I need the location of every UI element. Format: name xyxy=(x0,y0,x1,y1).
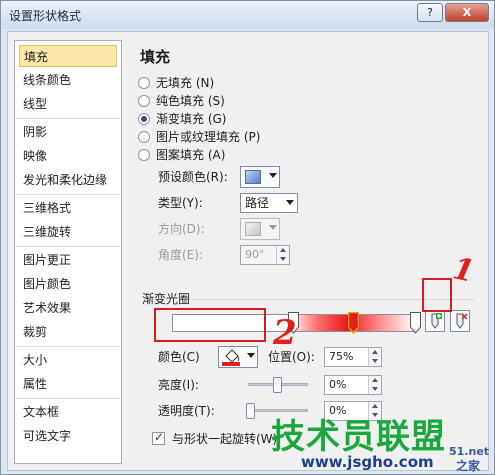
annotation-box-add-stop xyxy=(422,278,452,312)
radio-button-selected[interactable] xyxy=(138,113,150,125)
watermark-site: www.jsgho.com xyxy=(301,453,434,471)
radio-button[interactable] xyxy=(138,149,150,161)
fill-panel: 填充 无填充 (N) 纯色填充 (S) 渐变填充 (G) 图片或纹理填充 (P)… xyxy=(128,40,484,464)
sidebar-item-size[interactable]: 大小 xyxy=(19,349,117,371)
direction-label: 方向(D): xyxy=(158,222,205,236)
dialog-body: 填充 线条颜色 线型 阴影 映像 发光和柔化边缘 三维格式 三维旋转 图片更正 … xyxy=(7,31,489,471)
window-title: 设置形状格式 xyxy=(9,9,82,23)
direction-dropdown[interactable] xyxy=(240,218,280,240)
sidebar-item-crop[interactable]: 裁剪 xyxy=(19,321,117,343)
position-value: 75% xyxy=(329,350,354,363)
transparency-slider-thumb[interactable] xyxy=(246,403,255,419)
color-picker-dropdown[interactable] xyxy=(218,346,258,368)
title-bar: 设置形状格式 ? X xyxy=(1,1,494,29)
spinner-arrows[interactable] xyxy=(276,246,289,264)
gradient-stop-3[interactable] xyxy=(410,312,421,334)
sidebar-item-3d-format[interactable]: 三维格式 xyxy=(19,197,117,219)
preset-swatch-icon xyxy=(245,170,261,184)
close-button[interactable]: X xyxy=(445,3,489,22)
sidebar-item-properties[interactable]: 属性 xyxy=(19,373,117,395)
help-button[interactable]: ? xyxy=(417,3,443,22)
color-label: 颜色(C) xyxy=(158,350,200,364)
radio-label: 无填充 (N) xyxy=(156,76,215,90)
arrow-down-icon xyxy=(372,359,378,363)
angle-value: 90° xyxy=(245,248,265,261)
chevron-down-icon xyxy=(269,173,277,178)
panel-title: 填充 xyxy=(140,48,171,66)
sidebar-divider xyxy=(17,194,119,195)
brightness-spinner[interactable]: 0% xyxy=(324,375,382,395)
annotation-box-color xyxy=(154,308,266,342)
sidebar-divider xyxy=(17,118,119,119)
arrow-up-icon xyxy=(280,248,286,252)
position-spinner[interactable]: 75% xyxy=(324,347,382,367)
preset-colors-dropdown[interactable] xyxy=(240,166,280,188)
arrow-down-icon xyxy=(372,387,378,391)
gradient-stops-label: 渐变光圈 xyxy=(142,292,191,306)
sidebar-item-artistic-effects[interactable]: 艺术效果 xyxy=(19,297,117,319)
radio-label: 纯色填充 (S) xyxy=(156,94,225,108)
sidebar-item-line-color[interactable]: 线条颜色 xyxy=(19,69,117,91)
rotate-with-shape-checkbox[interactable] xyxy=(152,430,165,445)
angle-spinner[interactable]: 90° xyxy=(240,245,290,265)
radio-button[interactable] xyxy=(138,77,150,89)
remove-gradient-stop-button[interactable] xyxy=(450,310,470,332)
chevron-down-icon xyxy=(247,353,255,358)
category-list: 填充 线条颜色 线型 阴影 映像 发光和柔化边缘 三维格式 三维旋转 图片更正 … xyxy=(14,40,122,464)
annotation-mark-2: 2 xyxy=(273,313,297,353)
sidebar-item-reflection[interactable]: 映像 xyxy=(19,145,117,167)
type-value: 路径 xyxy=(245,196,270,210)
arrow-up-icon xyxy=(372,350,378,354)
radio-label: 图案填充 (A) xyxy=(156,148,226,162)
sidebar-divider xyxy=(17,346,119,347)
brightness-label: 亮度(I): xyxy=(158,378,199,392)
add-gradient-stop-button[interactable] xyxy=(425,310,445,332)
add-stop-icon xyxy=(431,313,442,329)
sidebar-item-picture-corrections[interactable]: 图片更正 xyxy=(19,249,117,271)
watermark-corner-2: 之家 xyxy=(456,459,481,473)
arrow-up-icon xyxy=(372,404,378,408)
brightness-slider-thumb[interactable] xyxy=(273,377,282,393)
radio-button[interactable] xyxy=(138,131,150,143)
sidebar-item-line-style[interactable]: 线型 xyxy=(19,93,117,115)
type-select[interactable]: 路径 xyxy=(240,193,298,213)
format-shape-dialog: 设置形状格式 ? X 填充 线条颜色 线型 阴影 映像 发光和柔化边缘 三维格式… xyxy=(0,0,495,475)
type-label: 类型(Y): xyxy=(158,196,203,210)
transparency-label: 透明度(T): xyxy=(158,404,215,418)
watermark-brand: 技术员联盟 xyxy=(271,417,446,457)
sidebar-item-fill[interactable]: 填充 xyxy=(19,45,117,67)
chevron-down-icon xyxy=(286,200,294,205)
sidebar-divider xyxy=(17,246,119,247)
radio-label: 渐变填充 (G) xyxy=(156,112,227,126)
remove-stop-icon xyxy=(456,313,468,329)
sidebar-item-text-box[interactable]: 文本框 xyxy=(19,401,117,423)
preset-colors-label: 预设颜色(R): xyxy=(158,170,228,184)
sidebar-divider xyxy=(17,398,119,399)
rotate-with-shape-label: 与形状一起旋转(W) xyxy=(172,432,278,446)
sidebar-item-picture-color[interactable]: 图片颜色 xyxy=(19,273,117,295)
spinner-arrows[interactable] xyxy=(368,376,381,394)
sidebar-item-shadow[interactable]: 阴影 xyxy=(19,121,117,143)
radio-button[interactable] xyxy=(138,95,150,107)
arrow-down-icon xyxy=(280,257,286,261)
sidebar-item-alt-text[interactable]: 可选文字 xyxy=(19,425,117,447)
direction-swatch-icon xyxy=(245,222,261,236)
angle-label: 角度(E): xyxy=(158,248,203,262)
spinner-arrows[interactable] xyxy=(368,348,381,366)
paint-bucket-icon xyxy=(222,349,240,366)
chevron-down-icon xyxy=(269,225,277,230)
arrow-up-icon xyxy=(372,378,378,382)
gradient-stop-2-selected[interactable] xyxy=(348,312,359,334)
sidebar-item-3d-rotation[interactable]: 三维旋转 xyxy=(19,221,117,243)
brightness-value: 0% xyxy=(329,378,347,391)
sidebar-item-glow-soft-edges[interactable]: 发光和柔化边缘 xyxy=(19,169,117,191)
radio-label: 图片或纹理填充 (P) xyxy=(156,130,261,144)
